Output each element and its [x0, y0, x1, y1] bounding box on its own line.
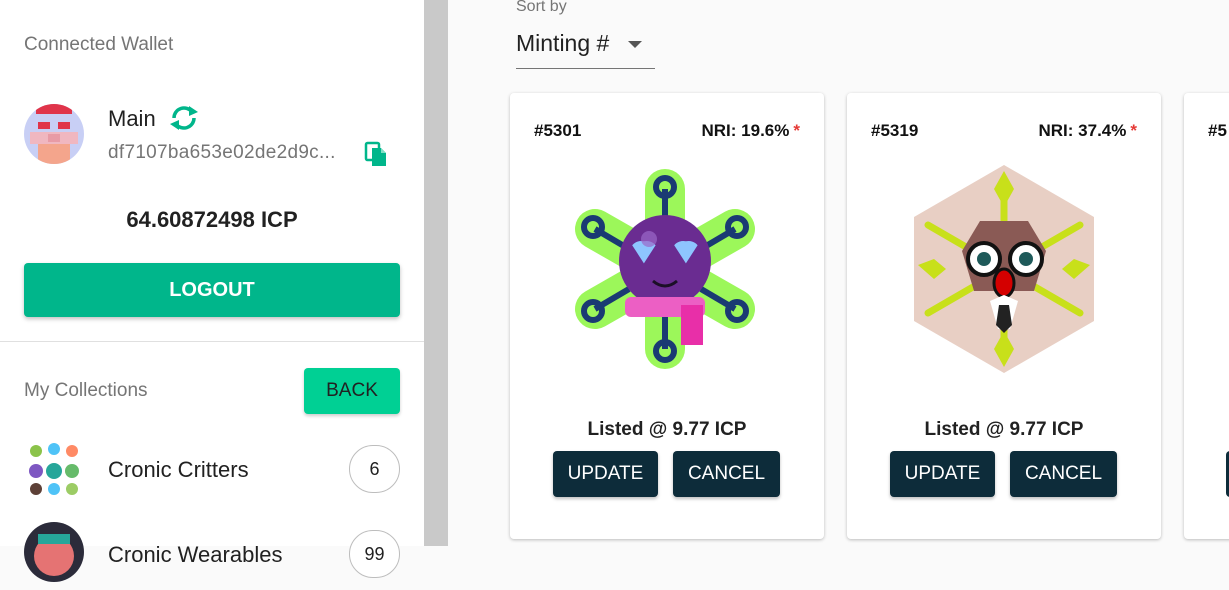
collection-item[interactable]: Cronic Critters 6	[0, 434, 424, 504]
nft-id: #5301	[534, 121, 582, 140]
nft-card[interactable]: #5	[1184, 93, 1229, 539]
nft-nri: NRI: 37.4% *	[1038, 121, 1138, 140]
cancel-button[interactable]: CANCEL	[673, 451, 780, 497]
sort-select[interactable]: Minting #	[516, 28, 655, 69]
nft-card[interactable]: #5301 NRI: 19.6% * Listed @ 9.77 ICP UPD…	[510, 93, 824, 539]
nft-card[interactable]: #5319 NRI: 37.4% * Listed @ 9.77 ICP UPD…	[847, 93, 1161, 539]
listed-price: Listed @ 9.77 ICP	[924, 419, 1084, 440]
main-content: Sort by Minting # #5301 NRI: 19.6% * Lis…	[448, 0, 1229, 546]
logout-button[interactable]: LOGOUT	[24, 263, 400, 317]
section-divider	[0, 341, 424, 342]
connected-wallet-title: Connected Wallet	[24, 34, 174, 55]
collection-count-badge: 99	[349, 530, 400, 578]
refresh-icon[interactable]	[167, 104, 201, 132]
my-collections-title: My Collections	[24, 380, 148, 401]
wallet-balance: 64.60872498 ICP	[126, 207, 298, 232]
listed-price: Listed @ 9.77 ICP	[587, 419, 747, 440]
nft-image	[894, 163, 1114, 375]
cancel-button[interactable]: CANCEL	[1010, 451, 1117, 497]
collection-name: Cronic Critters	[108, 457, 249, 482]
nft-id: #5319	[871, 121, 919, 140]
nft-nri: NRI: 19.6% *	[701, 121, 801, 140]
sidebar: Connected Wallet Main df7107ba653e02de2d…	[0, 0, 424, 582]
collection-thumbnail	[24, 522, 84, 582]
update-button[interactable]: UPDATE	[553, 451, 658, 497]
sort-selected-value: Minting #	[516, 30, 610, 56]
collection-count-badge: 6	[349, 445, 400, 493]
scroll-divider	[424, 0, 448, 546]
sort-label: Sort by	[516, 0, 567, 15]
wallet-address: df7107ba653e02de2d9c...	[108, 142, 336, 163]
wallet-avatar	[24, 104, 84, 164]
update-button[interactable]: UPDATE	[890, 451, 995, 497]
nft-image	[557, 163, 777, 375]
wallet-name: Main	[108, 106, 156, 131]
back-button[interactable]: BACK	[304, 368, 400, 414]
collection-thumbnail	[24, 439, 84, 499]
collection-item[interactable]: Cronic Wearables 99	[0, 520, 424, 590]
nft-id: #5	[1208, 121, 1227, 140]
copy-icon[interactable]	[364, 140, 390, 168]
caret-down-icon	[628, 41, 642, 48]
